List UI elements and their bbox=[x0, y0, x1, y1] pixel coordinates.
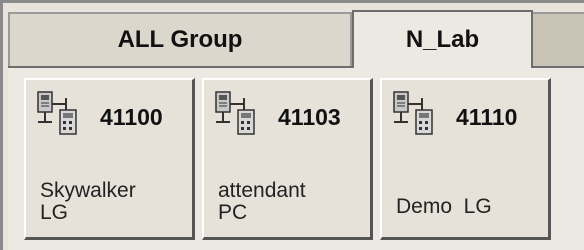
device-number: 41110 bbox=[456, 104, 518, 130]
tab-label: ALL Group bbox=[117, 26, 243, 53]
device-tile-41110[interactable]: 41110 Demo LG bbox=[380, 78, 551, 240]
tab-strip-filler bbox=[533, 12, 584, 68]
device-tile-41100[interactable]: 41100 Skywalker LG bbox=[24, 78, 195, 240]
device-label: Demo LG bbox=[396, 195, 492, 218]
tab-all-group[interactable]: ALL Group bbox=[8, 12, 352, 66]
device-label: attendant PC bbox=[218, 179, 306, 224]
network-phone-icon bbox=[37, 91, 77, 135]
tab-label: N_Lab bbox=[405, 26, 480, 53]
group-tabs: ALL Group N_Lab bbox=[8, 10, 584, 68]
tab-n-lab[interactable]: N_Lab bbox=[352, 10, 533, 68]
device-number: 41103 bbox=[278, 104, 341, 130]
network-phone-icon bbox=[215, 91, 255, 135]
device-panel: 41100 Skywalker LG 41103 attendant PC 41… bbox=[8, 66, 584, 250]
device-number: 41100 bbox=[100, 104, 163, 130]
device-tile-41103[interactable]: 41103 attendant PC bbox=[202, 78, 373, 240]
device-label: Skywalker LG bbox=[40, 179, 136, 224]
network-phone-icon bbox=[393, 91, 433, 135]
